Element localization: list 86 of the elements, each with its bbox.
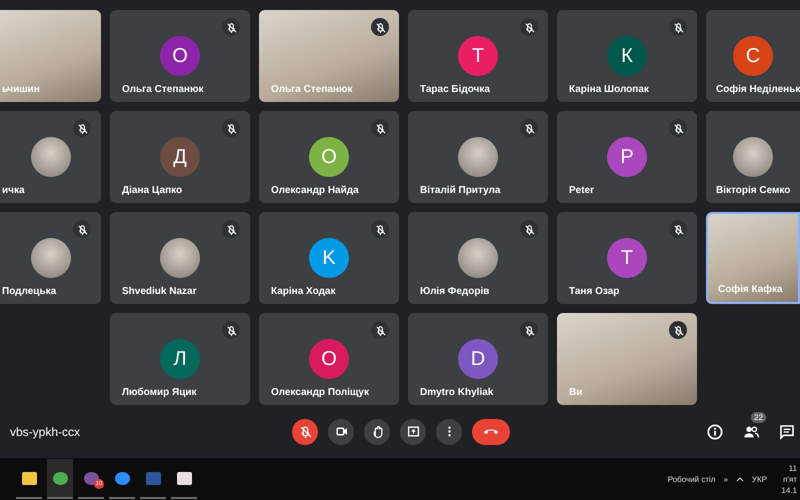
avatar-initial: Д [160,137,200,177]
microphone-off-icon [672,324,684,336]
microphone-off-icon [226,224,236,234]
pdf-icon [176,472,192,484]
participant-name: Peter [569,185,594,196]
document-icon [146,472,160,484]
desktop-label[interactable]: Робочий стіл [668,474,716,484]
avatar-photo [458,137,498,177]
avatar-initial: D [458,339,498,379]
meeting-code: vbs-ypkh-ccx [10,424,82,438]
info-icon [707,424,723,440]
microphone-off-icon [76,224,88,234]
present-button[interactable] [400,418,426,444]
microphone-off-icon [672,22,684,32]
participant-name: Каріна Шолопак [569,84,649,95]
avatar-initial: О [160,36,200,76]
video-camera-icon [114,472,130,484]
avatar-photo [160,238,200,278]
clock-date: 14.1 [781,486,797,494]
participant-name: Віталій Притула [420,185,500,196]
microphone-off-icon [226,122,236,134]
participant-name: Олександр Найда [271,185,359,196]
avatar-initial: К [607,36,647,76]
participant-name: Софія Кафка [718,284,783,295]
clock-day: п'ят [783,474,797,484]
participant-name: Shvediuk Nazar [122,286,196,297]
avatar-initial: K [309,238,349,278]
avatar-initial: О [309,339,349,379]
microphone-off-icon [524,22,534,32]
avatar-photo [30,137,70,177]
avatar-initial: О [309,137,349,177]
participant-name: ьчишин [2,84,40,95]
raised-hand-icon [370,425,384,438]
participant-name: Dmytro Khyliak [420,387,494,398]
avatar-initial: Л [160,339,200,379]
present-screen-icon [406,425,420,438]
microphone-off-icon [226,22,236,32]
phone-icon [483,428,499,435]
avatar-photo [733,137,773,177]
avatar-initial: С [733,36,773,76]
microphone-off-icon [298,425,312,438]
microphone-button[interactable] [292,418,318,444]
leave-call-button[interactable] [472,418,510,444]
participant-name: Діана Цапко [122,185,182,196]
more-options-button[interactable] [436,418,462,444]
microphone-off-icon [374,22,386,32]
participant-name: Ольга Степанюк [271,84,353,95]
folder-icon [22,472,36,484]
microphone-off-icon [524,224,534,234]
participant-name: Каріна Ходак [271,286,336,297]
participant-count: 22 [751,412,766,422]
overflow-chevron[interactable]: » [723,474,728,484]
participant-name: Олександр Поліщук [271,387,370,398]
participant-name: Ольга Степанюк [122,84,204,95]
avatar-photo [458,238,498,278]
chevron-up-icon[interactable] [736,476,744,482]
microphone-off-icon [226,324,236,336]
participant-name: Софія Неділеньк [716,84,800,95]
microphone-off-icon [524,122,534,134]
microphone-off-icon [374,324,386,336]
participant-name: Вікторія Семко [716,185,790,196]
participant-name: Таня Озар [569,286,620,297]
avatar-initial: P [607,137,647,177]
microphone-off-icon [76,122,88,134]
microphone-off-icon [374,122,386,134]
language-indicator[interactable]: УКР [752,474,767,484]
participant-name: Ви [569,387,582,398]
participant-name: Тарас Бідочка [420,84,490,95]
camera-icon [334,425,348,438]
microphone-off-icon [374,224,386,234]
chat-icon [779,424,795,440]
clock-time: 11 [788,464,797,472]
microphone-off-icon [672,122,684,134]
camera-button[interactable] [328,418,354,444]
participant-name: ичка [2,185,25,196]
participant-name: Юлія Федорів [420,286,490,297]
microphone-off-icon [524,324,534,336]
browser-icon [52,472,68,484]
raise-hand-button[interactable] [364,418,390,444]
participant-name: Любомир Яцик [122,387,196,398]
people-icon [743,424,759,440]
avatar-initial: Т [607,238,647,278]
participant-name: Подлецька [2,286,56,297]
avatar-photo [30,238,70,278]
microphone-off-icon [672,224,684,234]
avatar-initial: Т [458,36,498,76]
